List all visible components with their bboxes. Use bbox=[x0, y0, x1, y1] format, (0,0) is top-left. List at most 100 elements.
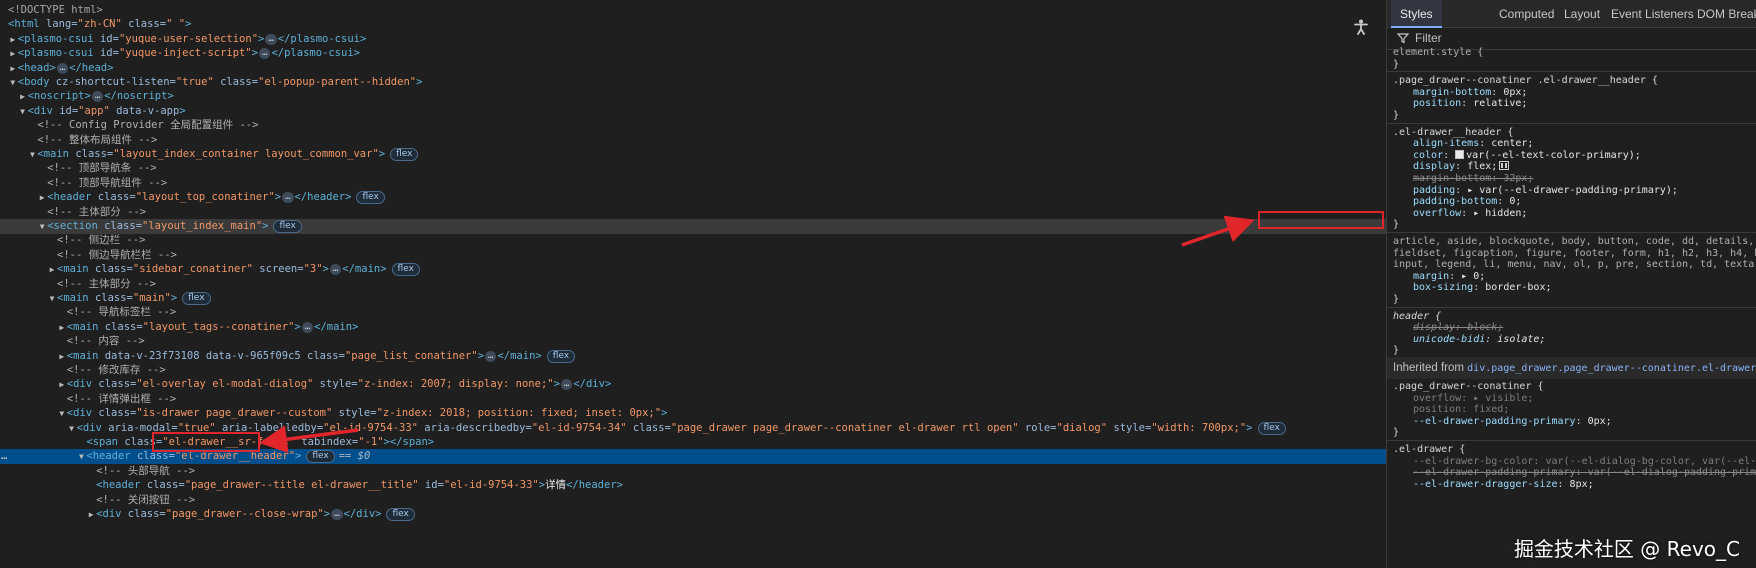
expand-triangle-icon[interactable]: ▶ bbox=[47, 262, 57, 277]
dom-node[interactable]: ▶ <div class="el-overlay el-modal-dialog"… bbox=[0, 377, 1386, 392]
tab-dom-breakpoints[interactable]: DOM Breakpoints bbox=[1688, 0, 1756, 28]
dom-node[interactable]: ▼ <main class="layout_index_container lay… bbox=[0, 147, 1386, 162]
flex-badge[interactable]: flex bbox=[356, 191, 385, 205]
rule-selector[interactable]: element.style { bbox=[1393, 47, 1483, 58]
flex-badge[interactable]: flex bbox=[182, 292, 211, 305]
property-value[interactable]: ▸ visible; bbox=[1473, 393, 1533, 404]
expand-ellipsis-button[interactable]: … bbox=[259, 48, 271, 60]
property-value[interactable]: block; bbox=[1467, 322, 1503, 333]
node-actions-icon[interactable]: … bbox=[1, 449, 7, 464]
dom-node[interactable]: ▶ <div class="page_drawer--close-wrap">… <… bbox=[0, 507, 1386, 522]
dom-node[interactable]: <!-- 内容 --> bbox=[0, 334, 1386, 349]
dom-node[interactable]: ▶ <plasmo-csui id="yuque-user-selection">… bbox=[0, 32, 1386, 47]
dom-node[interactable]: <!-- 整体布局组件 --> bbox=[0, 133, 1386, 148]
property-name[interactable]: color bbox=[1413, 150, 1443, 161]
flex-badge[interactable]: flex bbox=[386, 508, 415, 521]
expand-ellipsis-button[interactable]: … bbox=[91, 91, 104, 103]
property-name[interactable]: position bbox=[1413, 404, 1461, 415]
dom-node[interactable]: ▼ <div class="is-drawer page_drawer--cust… bbox=[0, 406, 1386, 421]
expand-ellipsis-button[interactable]: … bbox=[329, 264, 342, 276]
property-value[interactable]: isolate; bbox=[1497, 334, 1545, 345]
dom-node[interactable]: ▶ <main class="sidebar_conatiner" screen=… bbox=[0, 262, 1386, 277]
rule-selector[interactable]: header { bbox=[1393, 311, 1441, 322]
property-name[interactable]: margin-bottom bbox=[1413, 173, 1491, 184]
accessibility-person-icon[interactable] bbox=[1354, 19, 1368, 35]
property-value[interactable]: fixed; bbox=[1473, 404, 1509, 415]
rule-selector[interactable]: article, aside, blockquote, body, button… bbox=[1393, 236, 1756, 247]
rule-selector[interactable]: .page_drawer--conatiner .el-drawer__head… bbox=[1393, 75, 1658, 86]
rule-selector[interactable]: .el-drawer { bbox=[1393, 444, 1465, 455]
dom-node[interactable]: ▶ <head>… </head> bbox=[0, 61, 1386, 76]
property-name[interactable]: margin bbox=[1413, 271, 1449, 282]
expand-ellipsis-button[interactable]: … bbox=[56, 62, 69, 74]
dom-node[interactable]: <!-- 头部导航 --> bbox=[0, 464, 1386, 479]
property-value[interactable]: 8px; bbox=[1570, 479, 1594, 490]
expand-triangle-icon[interactable]: ▶ bbox=[57, 377, 67, 392]
property-value[interactable]: 0; bbox=[1509, 196, 1521, 207]
property-name[interactable]: padding bbox=[1413, 185, 1455, 196]
expand-ellipsis-button[interactable]: … bbox=[331, 509, 343, 520]
property-value[interactable]: 32px; bbox=[1503, 173, 1533, 184]
property-value[interactable]: relative; bbox=[1473, 98, 1527, 109]
property-name[interactable]: overflow bbox=[1413, 393, 1461, 404]
flex-badge[interactable]: flex bbox=[273, 220, 302, 233]
collapse-triangle-icon[interactable]: ▼ bbox=[18, 104, 28, 119]
collapse-triangle-icon[interactable]: ▼ bbox=[76, 449, 86, 464]
expand-ellipsis-button[interactable]: … bbox=[301, 321, 314, 333]
collapse-triangle-icon[interactable]: ▼ bbox=[27, 147, 37, 162]
property-name[interactable]: padding-bottom bbox=[1413, 196, 1497, 207]
expand-triangle-icon[interactable]: ▶ bbox=[8, 61, 18, 76]
property-value[interactable]: var(--el-dialog-bg-color, var(--el-bg-co… bbox=[1545, 456, 1756, 467]
collapse-triangle-icon[interactable]: ▼ bbox=[67, 421, 77, 436]
dom-node[interactable]: <!-- 侧边栏 --> bbox=[0, 233, 1386, 248]
expand-ellipsis-button[interactable]: … bbox=[282, 192, 294, 204]
expand-triangle-icon[interactable]: ▶ bbox=[8, 46, 18, 61]
expand-ellipsis-button[interactable]: … bbox=[560, 379, 573, 391]
property-value[interactable]: var(--el-text-color-primary); bbox=[1466, 150, 1641, 161]
flexbox-editor-icon[interactable] bbox=[1499, 161, 1510, 171]
filter-input[interactable]: Filter bbox=[1415, 31, 1442, 45]
dom-node[interactable]: ▼ <body cz-shortcut-listen="true" class="… bbox=[0, 75, 1386, 90]
property-name[interactable]: align-items bbox=[1413, 138, 1479, 149]
flex-badge[interactable]: flex bbox=[306, 450, 335, 464]
dom-node[interactable]: <!-- 侧边导航栏栏 --> bbox=[0, 248, 1386, 263]
expand-ellipsis-button[interactable]: … bbox=[485, 350, 497, 362]
dom-node[interactable]: ▶ <main class="layout_tags--conatiner">… <… bbox=[0, 320, 1386, 335]
property-name[interactable]: position bbox=[1413, 98, 1461, 109]
flex-badge[interactable]: flex bbox=[391, 263, 420, 277]
collapse-triangle-icon[interactable]: ▼ bbox=[57, 406, 67, 421]
flex-badge[interactable]: flex bbox=[546, 349, 576, 363]
rule-selector[interactable]: .page_drawer--conatiner { bbox=[1393, 381, 1544, 392]
property-value[interactable]: ▸ 0; bbox=[1461, 271, 1485, 282]
dom-node[interactable]: <!-- 顶部导航条 --> bbox=[0, 161, 1386, 176]
dom-node[interactable]: ▼ <section class="layout_index_main"> flex bbox=[0, 219, 1386, 234]
rule-selector[interactable]: .el-drawer__header { bbox=[1393, 127, 1513, 138]
dom-node[interactable]: <!-- 导航标签栏 --> bbox=[0, 305, 1386, 320]
property-name[interactable]: --el-drawer-padding-primary bbox=[1413, 467, 1576, 478]
dom-node[interactable]: <!DOCTYPE html> bbox=[0, 3, 1386, 18]
property-name[interactable]: display bbox=[1413, 322, 1455, 333]
inherited-element-link[interactable]: div.page_drawer.page_drawer--conatiner.e… bbox=[1467, 363, 1756, 374]
expand-ellipsis-button[interactable]: … bbox=[265, 33, 277, 45]
dom-node[interactable]: <!-- 修改库存 --> bbox=[0, 363, 1386, 378]
property-value[interactable]: border-box; bbox=[1485, 282, 1551, 293]
expand-triangle-icon[interactable]: ▶ bbox=[37, 190, 47, 205]
property-name[interactable]: box-sizing bbox=[1413, 282, 1473, 293]
dom-node[interactable]: <!-- 顶部导航组件 --> bbox=[0, 176, 1386, 191]
rule-selector[interactable]: input, legend, li, menu, nav, ol, p, pre… bbox=[1393, 259, 1756, 270]
color-swatch-icon[interactable] bbox=[1455, 149, 1465, 159]
property-name[interactable]: display bbox=[1413, 161, 1455, 172]
dom-node[interactable]: <!-- 关闭按钮 --> bbox=[0, 493, 1386, 508]
dom-node[interactable]: <html lang="zh-CN" class=" "> bbox=[0, 17, 1386, 32]
dom-node[interactable]: <!-- 主体部分 --> bbox=[0, 205, 1386, 220]
dom-node[interactable]: <!-- 主体部分 --> bbox=[0, 277, 1386, 292]
collapse-triangle-icon[interactable]: ▼ bbox=[47, 291, 57, 306]
tab-layout[interactable]: Layout bbox=[1555, 0, 1609, 28]
property-name[interactable]: --el-drawer-dragger-size bbox=[1413, 479, 1558, 490]
property-value[interactable]: var(--el-dialog-padding-primary, 20px); bbox=[1588, 467, 1756, 478]
dom-node[interactable]: ▶ <main data-v-23f73108 data-v-965f09c5 c… bbox=[0, 349, 1386, 364]
property-value[interactable]: center; bbox=[1491, 138, 1533, 149]
property-value[interactable]: ▸ var(--el-drawer-padding-primary); bbox=[1467, 185, 1678, 196]
property-name[interactable]: --el-drawer-bg-color bbox=[1413, 456, 1533, 467]
property-value[interactable]: 0px; bbox=[1503, 87, 1527, 98]
